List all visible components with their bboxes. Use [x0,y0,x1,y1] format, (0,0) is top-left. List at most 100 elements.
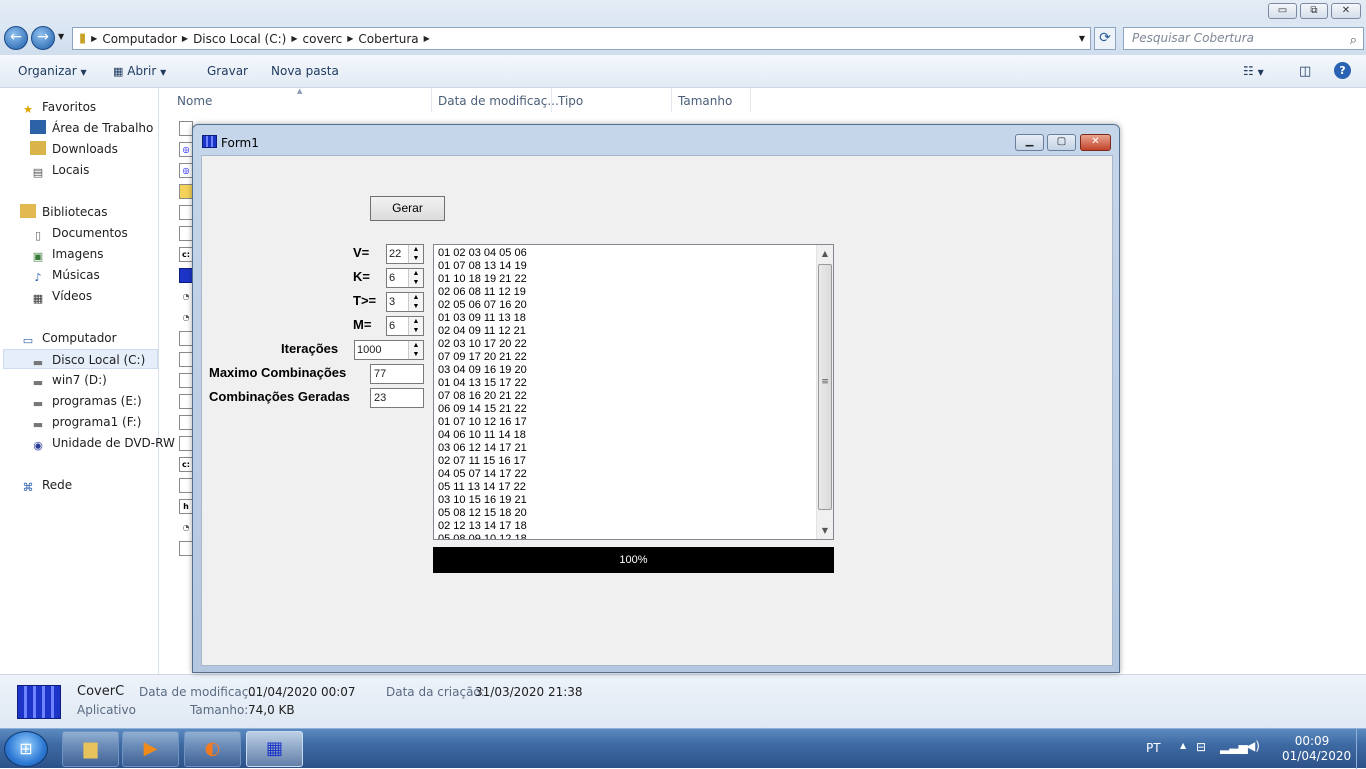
breadcrumb-coverc[interactable]: coverc [303,32,343,46]
file-icon[interactable] [179,352,193,367]
language-indicator[interactable]: PT [1146,741,1161,755]
maximo-combinacoes-field[interactable]: 77 [370,364,424,384]
nav-area-de-trabalho[interactable]: Área de Trabalho [30,118,153,138]
column-tipo[interactable]: Tipo [558,94,583,108]
show-desktop-button[interactable] [1356,729,1366,769]
list-item[interactable]: 02 05 06 07 16 20 [438,299,527,312]
list-item[interactable]: 03 06 12 14 17 21 [438,442,527,455]
nav-win7[interactable]: ▬ win7 (D:) [30,370,107,390]
taskbar-explorer-button[interactable]: ▆ [62,731,119,767]
file-icon[interactable]: c: [179,457,193,472]
show-hidden-icons-icon[interactable]: ▲ [1180,741,1186,750]
taskbar-browser-button[interactable]: ◐ [184,731,241,767]
nav-documentos[interactable]: ▯ Documentos [30,223,128,243]
taskbar-coverc-button[interactable]: ▦ [246,731,303,767]
forward-button[interactable]: → [31,26,55,50]
list-item[interactable]: 01 07 10 12 16 17 [438,416,527,429]
t-spinner[interactable]: 3 ▲ ▼ [386,292,424,312]
minimize-button[interactable]: ▭ [1268,3,1297,19]
file-icon[interactable] [179,121,193,136]
start-button[interactable]: ⊞ [4,731,48,767]
list-item[interactable]: 01 03 09 11 13 18 [438,312,527,325]
column-divider[interactable] [671,88,672,112]
column-nome[interactable]: Nome [177,94,212,108]
address-history-dropdown-icon[interactable]: ▼ [1079,34,1085,43]
nav-programa1[interactable]: ▬ programa1 (F:) [30,412,142,432]
m-spinner[interactable]: 6 ▲ ▼ [386,316,424,336]
column-divider[interactable] [431,88,432,112]
v-spinner[interactable]: 22 ▲ ▼ [386,244,424,264]
file-icon[interactable] [179,478,193,493]
file-icon[interactable]: ◔ [179,289,193,304]
column-data[interactable]: Data de modificaç... [438,94,559,108]
help-icon[interactable]: ? [1334,62,1351,79]
spinner-arrows-icon[interactable]: ▲ ▼ [408,317,423,335]
chevron-right-icon[interactable]: ▶ [91,34,97,43]
nova-pasta-button[interactable]: Nova pasta [271,64,339,78]
list-item[interactable]: 05 08 09 10 12 18 [438,533,527,539]
nav-videos[interactable]: ▦ Vídeos [30,286,92,306]
view-options-icon[interactable]: ☷ ▼ [1243,64,1264,78]
list-item[interactable]: 07 09 17 20 21 22 [438,351,527,364]
nav-favoritos[interactable]: ★ Favoritos [20,97,96,117]
k-spinner[interactable]: 6 ▲ ▼ [386,268,424,288]
close-button[interactable]: ✕ [1331,3,1361,19]
file-icon[interactable] [179,184,193,199]
list-item[interactable]: 04 06 10 11 14 18 [438,429,527,442]
address-box[interactable]: ▮ ▶ Computador ▶ Disco Local (C:) ▶ cove… [72,27,1091,50]
app-file-icon[interactable] [179,268,193,283]
file-icon[interactable]: h [179,499,193,514]
close-button[interactable]: ✕ [1080,134,1111,151]
chevron-right-icon[interactable]: ▶ [424,34,430,43]
column-tamanho[interactable]: Tamanho [678,94,732,108]
nav-downloads[interactable]: Downloads [30,139,118,159]
file-icon[interactable]: ◎ [179,163,193,178]
gerar-button[interactable]: Gerar [370,196,445,221]
maximize-button[interactable]: ▢ [1047,134,1076,151]
file-icon[interactable] [179,436,193,451]
spinner-arrows-icon[interactable]: ▲ ▼ [408,293,423,311]
back-button[interactable]: ← [4,26,28,50]
list-item[interactable]: 03 10 15 16 19 21 [438,494,527,507]
nav-bibliotecas[interactable]: Bibliotecas [20,202,107,222]
file-icon[interactable]: c: [179,247,193,262]
nav-imagens[interactable]: ▣ Imagens [30,244,104,264]
list-item[interactable]: 02 03 10 17 20 22 [438,338,527,351]
listbox-scrollbar[interactable]: ▲ ≡ ▼ [816,245,833,539]
list-item[interactable]: 02 04 09 11 12 21 [438,325,527,338]
file-icon[interactable] [179,226,193,241]
chevron-right-icon[interactable]: ▶ [182,34,188,43]
list-item[interactable]: 04 05 07 14 17 22 [438,468,527,481]
list-item[interactable]: 01 07 08 13 14 19 [438,260,527,273]
nav-rede[interactable]: ⌘ Rede [20,475,73,495]
spinner-arrows-icon[interactable]: ▲ ▼ [408,341,423,359]
gravar-button[interactable]: Gravar [207,64,248,78]
refresh-button[interactable]: ⟳ [1094,27,1116,50]
list-item[interactable]: 01 04 13 15 17 22 [438,377,527,390]
list-item[interactable]: 01 10 18 19 21 22 [438,273,527,286]
chevron-right-icon[interactable]: ▶ [347,34,353,43]
minimize-button[interactable]: ▁ [1015,134,1044,151]
combinacoes-geradas-field[interactable]: 23 [370,388,424,408]
maximize-button[interactable]: ⧉ [1300,3,1328,19]
list-item[interactable]: 05 11 13 14 17 22 [438,481,527,494]
network-signal-icon[interactable]: ▂▃▅ [1220,740,1248,754]
list-item[interactable]: 03 04 09 16 19 20 [438,364,527,377]
chevron-right-icon[interactable]: ▶ [291,34,297,43]
scroll-up-icon[interactable]: ▲ [817,245,833,262]
breadcrumb-disco-local[interactable]: Disco Local (C:) [193,32,286,46]
file-icon[interactable]: ◔ [179,520,193,535]
iteracoes-spinner[interactable]: 1000 ▲ ▼ [354,340,424,360]
abrir-button[interactable]: ▦ Abrir ▼ [113,64,166,78]
file-icon[interactable] [179,205,193,220]
volume-icon[interactable]: ◀) [1246,739,1260,753]
nav-computador[interactable]: ▭ Computador [20,328,117,348]
taskbar-media-player-button[interactable]: ▶ [122,731,179,767]
preview-pane-icon[interactable]: ◫ [1299,64,1311,79]
column-divider[interactable] [750,88,751,112]
scroll-down-icon[interactable]: ▼ [817,522,833,539]
organizar-button[interactable]: Organizar ▼ [18,64,87,78]
column-divider[interactable] [551,88,552,112]
combinations-listbox[interactable]: 01 02 03 04 05 06 01 07 08 13 14 19 01 10 … [433,244,834,540]
clock[interactable]: 00:09 01/04/2020 [1282,734,1351,764]
